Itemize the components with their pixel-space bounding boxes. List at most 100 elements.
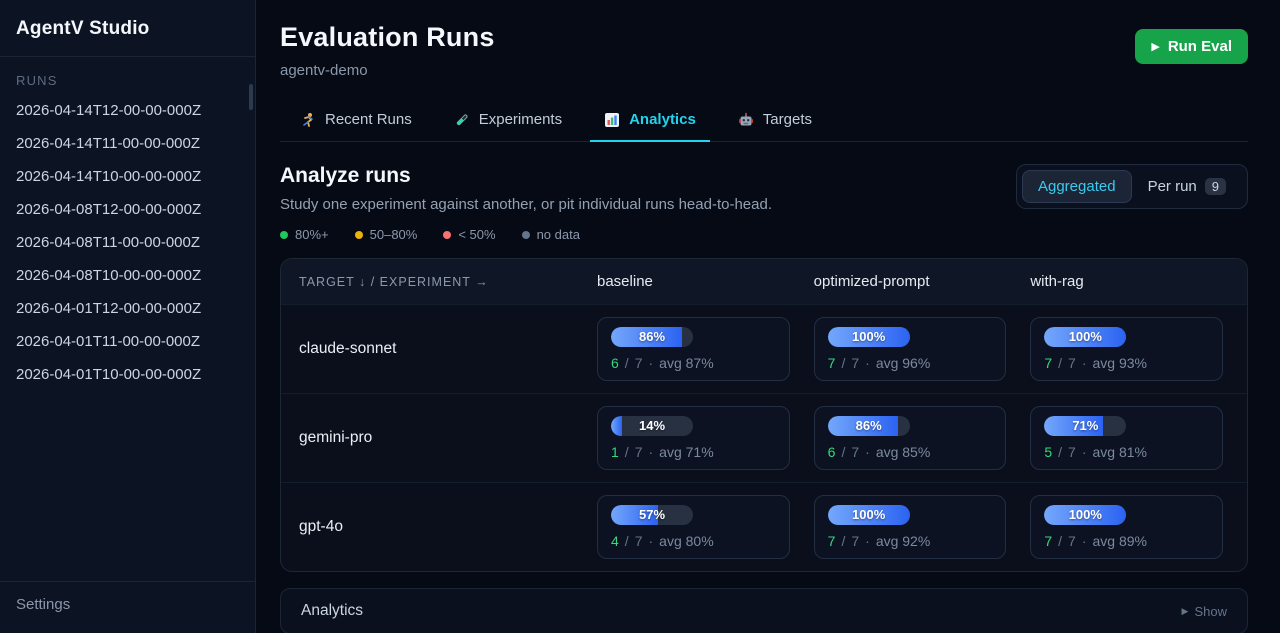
dot-separator: · — [1082, 355, 1087, 371]
result-cell[interactable]: 57% 4 / 7 · avg 80% — [597, 495, 790, 559]
tab-label: Recent Runs — [325, 111, 412, 128]
table-row: gemini-pro 14% 1 / 7 · avg 71% 86% — [281, 393, 1247, 482]
run-eval-button[interactable]: ▶ Run Eval — [1135, 29, 1248, 64]
passed-count: 7 — [828, 355, 836, 371]
test-tube-icon — [454, 112, 470, 128]
sidebar-run-item[interactable]: 2026-04-14T12-00-00-000Z — [0, 94, 255, 127]
tab-label: Experiments — [479, 111, 562, 128]
score-legend: 80%+ 50–80% < 50% no data — [280, 227, 772, 242]
result-cell[interactable]: 100% 7 / 7 · avg 89% — [1030, 495, 1223, 559]
play-icon: ▶ — [1151, 40, 1159, 53]
result-cell[interactable]: 71% 5 / 7 · avg 81% — [1030, 406, 1223, 470]
matrix-header-row: TARGET ↓ / EXPERIMENT → baseline optimiz… — [281, 259, 1247, 304]
cell-stats: 1 / 7 · avg 71% — [611, 444, 776, 460]
sidebar-run-item[interactable]: 2026-04-01T11-00-00-000Z — [0, 325, 255, 358]
cell-stats: 7 / 7 · avg 89% — [1044, 533, 1209, 549]
per-run-count-badge: 9 — [1205, 178, 1226, 195]
run-eval-label: Run Eval — [1168, 38, 1232, 55]
bar-chart-icon — [604, 112, 620, 128]
total-count: 7 — [1068, 533, 1076, 549]
result-cell[interactable]: 100% 7 / 7 · avg 92% — [814, 495, 1007, 559]
pass-rate-bar: 100% — [828, 327, 910, 347]
pass-rate-label: 14% — [611, 416, 693, 436]
per-run-toggle-button[interactable]: Per run 9 — [1132, 170, 1242, 203]
tab-targets[interactable]: Targets — [724, 101, 826, 142]
total-count: 7 — [1068, 444, 1076, 460]
cell-stats: 6 / 7 · avg 87% — [611, 355, 776, 371]
legend-label: 50–80% — [370, 227, 418, 242]
dot-separator: · — [1082, 444, 1087, 460]
total-count: 7 — [851, 533, 859, 549]
passed-count: 7 — [1044, 533, 1052, 549]
slash: / — [625, 355, 629, 371]
tab-recent-runs[interactable]: Recent Runs — [286, 101, 426, 142]
slash: / — [625, 444, 629, 460]
pass-rate-label: 100% — [1044, 505, 1126, 525]
sidebar-run-item[interactable]: 2026-04-14T11-00-00-000Z — [0, 127, 255, 160]
per-run-label: Per run — [1148, 178, 1197, 195]
total-count: 7 — [851, 355, 859, 371]
pass-rate-label: 71% — [1044, 416, 1126, 436]
panel-title: Analytics — [301, 602, 363, 620]
legend-item-nodata: no data — [522, 227, 580, 242]
show-panel-button[interactable]: ▶ Show — [1182, 604, 1227, 619]
passed-count: 6 — [828, 444, 836, 460]
total-count: 7 — [1068, 355, 1076, 371]
robot-icon — [738, 112, 754, 128]
settings-link[interactable]: Settings — [0, 581, 255, 633]
analyze-title: Analyze runs — [280, 164, 772, 188]
sidebar-run-item[interactable]: 2026-04-08T12-00-00-000Z — [0, 193, 255, 226]
tab-analytics[interactable]: Analytics — [590, 101, 710, 142]
pass-rate-bar: 57% — [611, 505, 693, 525]
sidebar-run-item[interactable]: 2026-04-08T11-00-00-000Z — [0, 226, 255, 259]
pass-rate-bar: 71% — [1044, 416, 1126, 436]
pass-rate-bar: 100% — [1044, 327, 1126, 347]
pass-rate-label: 100% — [1044, 327, 1126, 347]
sidebar-scrollbar-thumb[interactable] — [249, 84, 253, 110]
legend-item-low: < 50% — [443, 227, 495, 242]
dot-separator: · — [1082, 533, 1087, 549]
sidebar: AgentV Studio RUNS 2026-04-14T12-00-00-0… — [0, 0, 256, 633]
passed-count: 5 — [1044, 444, 1052, 460]
passed-count: 7 — [1044, 355, 1052, 371]
result-cell[interactable]: 100% 7 / 7 · avg 96% — [814, 317, 1007, 381]
view-toggle: Aggregated Per run 9 — [1016, 164, 1248, 209]
aggregated-toggle-button[interactable]: Aggregated — [1022, 170, 1132, 203]
sidebar-run-item[interactable]: 2026-04-01T12-00-00-000Z — [0, 292, 255, 325]
cell-stats: 6 / 7 · avg 85% — [828, 444, 993, 460]
table-row: claude-sonnet 86% 6 / 7 · avg 87% 100% — [281, 304, 1247, 393]
cell-stats: 7 / 7 · avg 92% — [828, 533, 993, 549]
tab-experiments[interactable]: Experiments — [440, 101, 576, 142]
green-dot-icon — [280, 231, 288, 239]
tab-label: Targets — [763, 111, 812, 128]
avg-score: avg 93% — [1092, 355, 1146, 371]
sidebar-run-item[interactable]: 2026-04-01T10-00-00-000Z — [0, 358, 255, 391]
sidebar-run-item[interactable]: 2026-04-08T10-00-00-000Z — [0, 259, 255, 292]
result-cell[interactable]: 100% 7 / 7 · avg 93% — [1030, 317, 1223, 381]
avg-score: avg 85% — [876, 444, 930, 460]
app-title: AgentV Studio — [0, 0, 255, 57]
dot-separator: · — [648, 533, 653, 549]
pass-rate-bar: 100% — [1044, 505, 1126, 525]
pass-rate-label: 57% — [611, 505, 693, 525]
tab-bar: Recent Runs Experiments Analytics Target… — [280, 101, 1248, 142]
result-cell[interactable]: 86% 6 / 7 · avg 85% — [814, 406, 1007, 470]
page-header: Evaluation Runs agentv-demo ▶ Run Eval — [280, 22, 1248, 79]
result-cell[interactable]: 86% 6 / 7 · avg 87% — [597, 317, 790, 381]
slash: / — [841, 444, 845, 460]
cell-stats: 7 / 7 · avg 93% — [1044, 355, 1209, 371]
slash: / — [1058, 355, 1062, 371]
column-header-optimized-prompt: optimized-prompt — [814, 259, 1031, 304]
dot-separator: · — [648, 355, 653, 371]
pass-rate-label: 86% — [611, 327, 693, 347]
dot-separator: · — [865, 444, 870, 460]
cell-stats: 4 / 7 · avg 80% — [611, 533, 776, 549]
passed-count: 6 — [611, 355, 619, 371]
page-title: Evaluation Runs — [280, 22, 495, 53]
aggregated-label: Aggregated — [1038, 178, 1116, 195]
column-header-baseline: baseline — [597, 259, 814, 304]
slash: / — [1058, 444, 1062, 460]
dot-separator: · — [865, 355, 870, 371]
result-cell[interactable]: 14% 1 / 7 · avg 71% — [597, 406, 790, 470]
sidebar-run-item[interactable]: 2026-04-14T10-00-00-000Z — [0, 160, 255, 193]
